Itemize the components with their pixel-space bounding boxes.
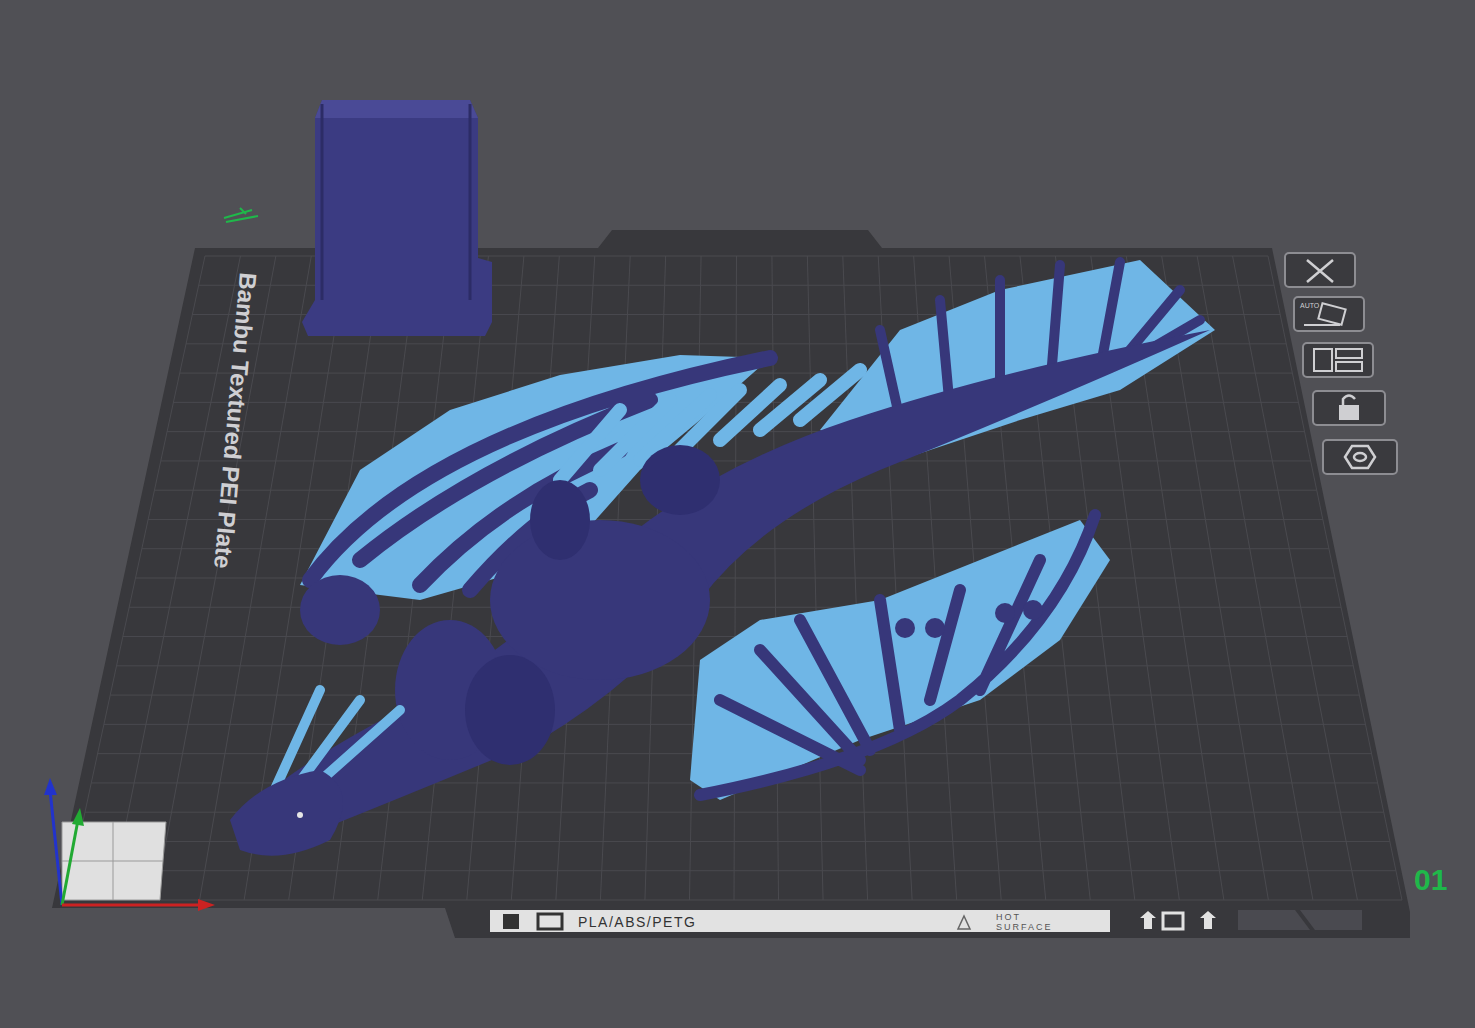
- orient-icon: [1318, 303, 1345, 325]
- plate-tab: [1238, 910, 1310, 930]
- dragon-model[interactable]: [230, 260, 1215, 856]
- remove-plate-button[interactable]: [1285, 253, 1355, 287]
- auto-label: AUTO: [1300, 302, 1320, 309]
- qr-icon: [538, 914, 562, 929]
- settings-icon: [1345, 446, 1375, 468]
- warning-text: SURFACE: [996, 922, 1053, 932]
- axes-gizmo: [44, 778, 215, 911]
- scene[interactable]: PLA/ABS/PETG HOTSURFACE Bambu Textured PEI…: [0, 0, 1475, 1028]
- plate-number: 01: [1414, 863, 1447, 896]
- lock-plate-button[interactable]: [1313, 391, 1385, 425]
- warning-icon: [958, 916, 970, 929]
- plate-settings-button[interactable]: [1323, 440, 1397, 474]
- viewport[interactable]: PLA/ABS/PETG HOTSURFACE Bambu Textured PEI…: [0, 0, 1475, 1028]
- plate-name: Bambu Textured PEI Plate: [209, 272, 262, 570]
- arrange-button[interactable]: [1303, 343, 1373, 377]
- filament-label: PLA/ABS/PETG: [578, 914, 696, 930]
- lock-icon: [1339, 396, 1359, 421]
- edit-icon[interactable]: [224, 208, 258, 222]
- build-plate: [52, 230, 1410, 938]
- close-icon: [1307, 260, 1333, 282]
- warning-text: HOT: [996, 912, 1021, 922]
- prime-tower[interactable]: [302, 100, 492, 336]
- qr-icon: [503, 914, 519, 929]
- arrows-icon: [1140, 911, 1216, 929]
- plate-tab: [1300, 910, 1362, 930]
- plate-grid: [66, 256, 1402, 900]
- auto-orient-button[interactable]: AUTO: [1294, 297, 1364, 331]
- arrange-icon: [1314, 349, 1362, 371]
- plate-label-strip: [490, 910, 1110, 932]
